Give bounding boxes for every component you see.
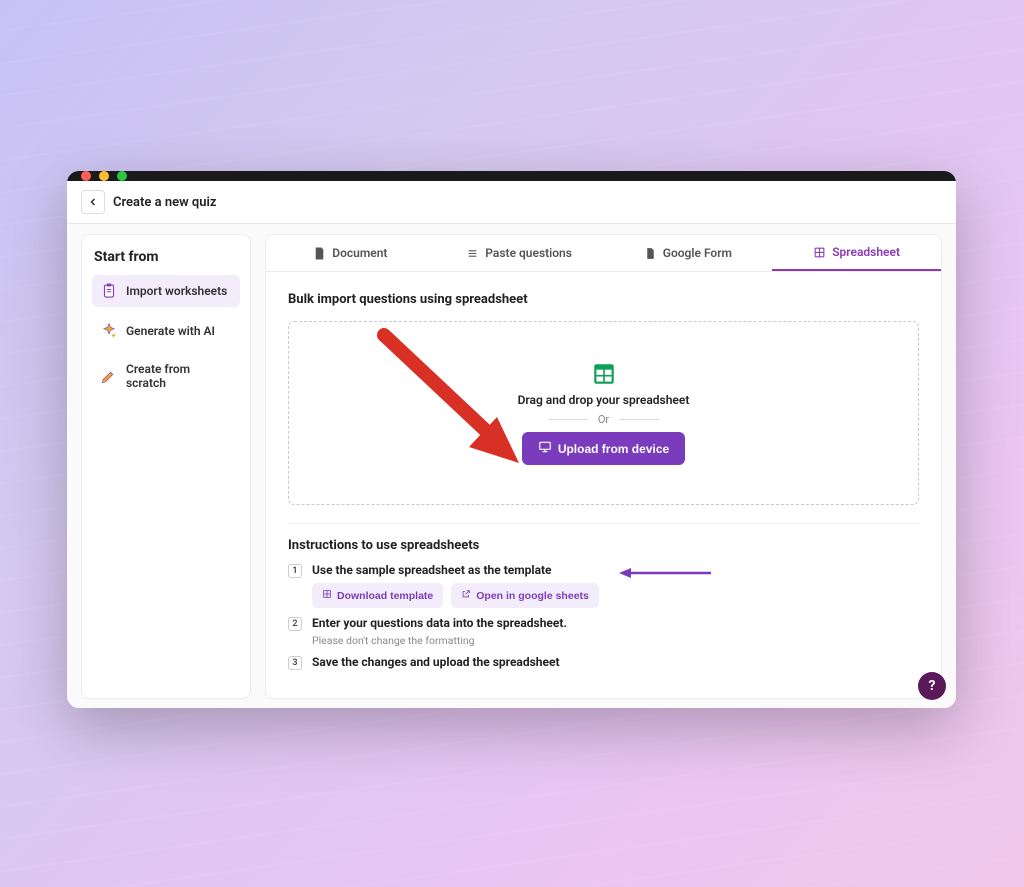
- tab-document[interactable]: Document: [266, 235, 435, 271]
- sidebar-item-generate-ai[interactable]: Generate with AI: [92, 315, 240, 347]
- annotation-red-arrow: [369, 325, 549, 495]
- spreadsheet-icon: [591, 361, 617, 387]
- sidebar-title: Start from: [92, 249, 240, 265]
- monitor-icon: [538, 440, 552, 457]
- app-window: Create a new quiz Start from Import work…: [67, 171, 956, 708]
- tab-spreadsheet[interactable]: Spreadsheet: [772, 235, 941, 271]
- grid-icon: [322, 589, 332, 602]
- external-link-icon: [461, 589, 471, 602]
- file-icon: [644, 247, 657, 260]
- instruction-step-1: 1 Use the sample spreadsheet as the temp…: [288, 563, 919, 608]
- open-google-sheets-button[interactable]: Open in google sheets: [451, 583, 599, 608]
- upload-from-device-button[interactable]: Upload from device: [522, 432, 685, 465]
- step-note: Please don't change the formatting: [312, 634, 567, 647]
- window-maximize-button[interactable]: [117, 171, 127, 181]
- dropzone-text: Drag and drop your spreadsheet: [518, 393, 690, 407]
- spreadsheet-panel: Bulk import questions using spreadsheet …: [265, 272, 942, 699]
- instructions-title: Instructions to use spreadsheets: [288, 538, 919, 553]
- window-minimize-button[interactable]: [99, 171, 109, 181]
- dropzone[interactable]: Drag and drop your spreadsheet Or Upload…: [288, 321, 919, 505]
- divider: [288, 523, 919, 524]
- help-button[interactable]: ?: [918, 672, 946, 700]
- tab-label: Paste questions: [485, 246, 572, 260]
- file-icon: [313, 247, 326, 260]
- clipboard-icon: [100, 282, 118, 300]
- window-close-button[interactable]: [81, 171, 91, 181]
- step-number: 3: [288, 656, 302, 670]
- header: Create a new quiz: [67, 181, 956, 224]
- step-label: Save the changes and upload the spreadsh…: [312, 655, 560, 669]
- sidebar-item-label: Import worksheets: [126, 284, 227, 298]
- back-button[interactable]: [81, 190, 105, 214]
- instruction-step-3: 3 Save the changes and upload the spread…: [288, 655, 919, 670]
- tab-google-form[interactable]: Google Form: [604, 235, 773, 271]
- sidebar-item-create-scratch[interactable]: Create from scratch: [92, 355, 240, 397]
- annotation-purple-arrow: [619, 566, 711, 580]
- download-template-button[interactable]: Download template: [312, 583, 443, 608]
- sidebar-item-label: Generate with AI: [126, 324, 215, 338]
- instruction-step-2: 2 Enter your questions data into the spr…: [288, 616, 919, 647]
- step-label: Use the sample spreadsheet as the templa…: [312, 563, 599, 577]
- upload-button-label: Upload from device: [558, 442, 669, 456]
- content-area: Start from Import worksheets Generate wi…: [67, 224, 956, 708]
- or-separator: Or: [549, 413, 659, 426]
- pencil-icon: [100, 367, 118, 385]
- list-icon: [466, 247, 479, 260]
- tab-bar: Document Paste questions Google Form Spr…: [265, 234, 942, 272]
- sidebar-item-import-worksheets[interactable]: Import worksheets: [92, 275, 240, 307]
- window-titlebar: [67, 171, 956, 181]
- page-title: Create a new quiz: [113, 195, 216, 210]
- step-number: 1: [288, 564, 302, 578]
- sparkles-icon: [100, 322, 118, 340]
- step-label: Enter your questions data into the sprea…: [312, 616, 567, 630]
- sidebar: Start from Import worksheets Generate wi…: [81, 234, 251, 699]
- sidebar-item-label: Create from scratch: [126, 362, 232, 390]
- tab-paste-questions[interactable]: Paste questions: [435, 235, 604, 271]
- tab-label: Google Form: [663, 246, 732, 260]
- step-number: 2: [288, 617, 302, 631]
- main-panel: Document Paste questions Google Form Spr…: [265, 234, 942, 699]
- grid-icon: [813, 246, 826, 259]
- tab-label: Document: [332, 246, 387, 260]
- tab-label: Spreadsheet: [832, 245, 900, 259]
- panel-heading: Bulk import questions using spreadsheet: [288, 292, 919, 307]
